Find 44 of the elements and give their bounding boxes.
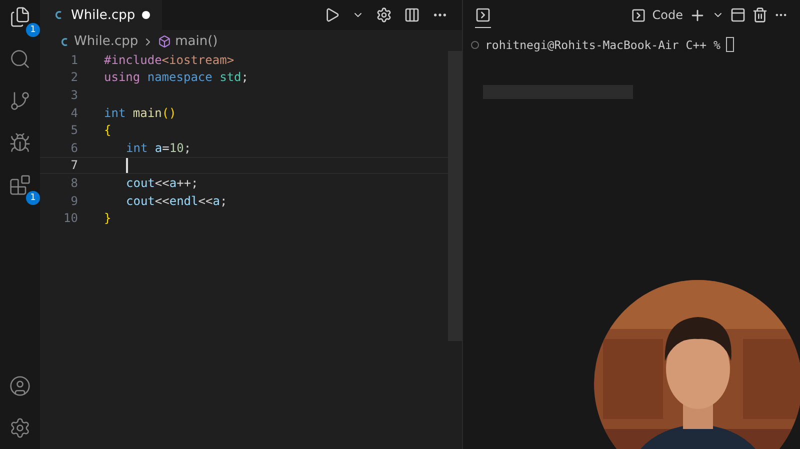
terminal-prompt: rohitnegi@Rohits-MacBook-Air C++ % <box>485 38 720 52</box>
code-line: int main() <box>104 106 176 120</box>
settings-icon[interactable] <box>9 417 31 439</box>
line-number: 7 <box>70 158 79 172</box>
run-icon[interactable] <box>324 7 340 23</box>
extensions-icon[interactable] <box>9 174 31 196</box>
status-dot-icon <box>471 40 479 48</box>
bug-icon[interactable] <box>9 132 31 154</box>
cube-icon <box>158 35 172 48</box>
c-file-icon <box>54 10 64 20</box>
code-line: cout<<a++; <box>125 176 198 190</box>
line-number: 2 <box>70 70 79 84</box>
line-number: 1 <box>70 52 79 67</box>
count-badge: 1 <box>26 191 40 205</box>
count-badge: 1 <box>26 23 40 37</box>
code-line: { <box>104 123 112 138</box>
line-number: 8 <box>70 176 79 190</box>
line-number: 9 <box>70 194 79 208</box>
terminal-icon[interactable] <box>475 6 491 22</box>
file-tab[interactable]: While.cpp <box>40 0 162 30</box>
code-line: int a=10; <box>125 140 192 155</box>
terminal-profile[interactable]: Code <box>652 8 683 22</box>
branch-icon[interactable] <box>9 90 31 112</box>
search-icon[interactable] <box>9 48 31 70</box>
account-icon[interactable] <box>9 375 31 397</box>
line-number: 10 <box>62 211 79 226</box>
code-line: #include<iostream> <box>104 52 234 67</box>
split-panel-icon[interactable] <box>730 7 746 23</box>
trash-icon[interactable] <box>752 7 768 23</box>
terminal-icon <box>631 8 646 22</box>
breadcrumb-file[interactable]: While.cpp <box>74 34 138 49</box>
code-line: } <box>104 211 112 226</box>
code-line: using namespace std; <box>104 70 249 84</box>
line-number: 6 <box>70 140 79 155</box>
line-number: 4 <box>70 106 79 120</box>
line-number: 5 <box>70 123 79 138</box>
breadcrumb-symbol[interactable]: main() <box>175 34 218 49</box>
c-file-icon <box>60 36 70 46</box>
split-editor-icon[interactable] <box>404 7 420 23</box>
code-line: cout<<endl<<a; <box>125 194 228 208</box>
settings-icon[interactable] <box>376 7 392 23</box>
terminal-cursor <box>726 37 734 52</box>
files-icon[interactable] <box>9 6 31 28</box>
line-number: 3 <box>70 88 79 102</box>
